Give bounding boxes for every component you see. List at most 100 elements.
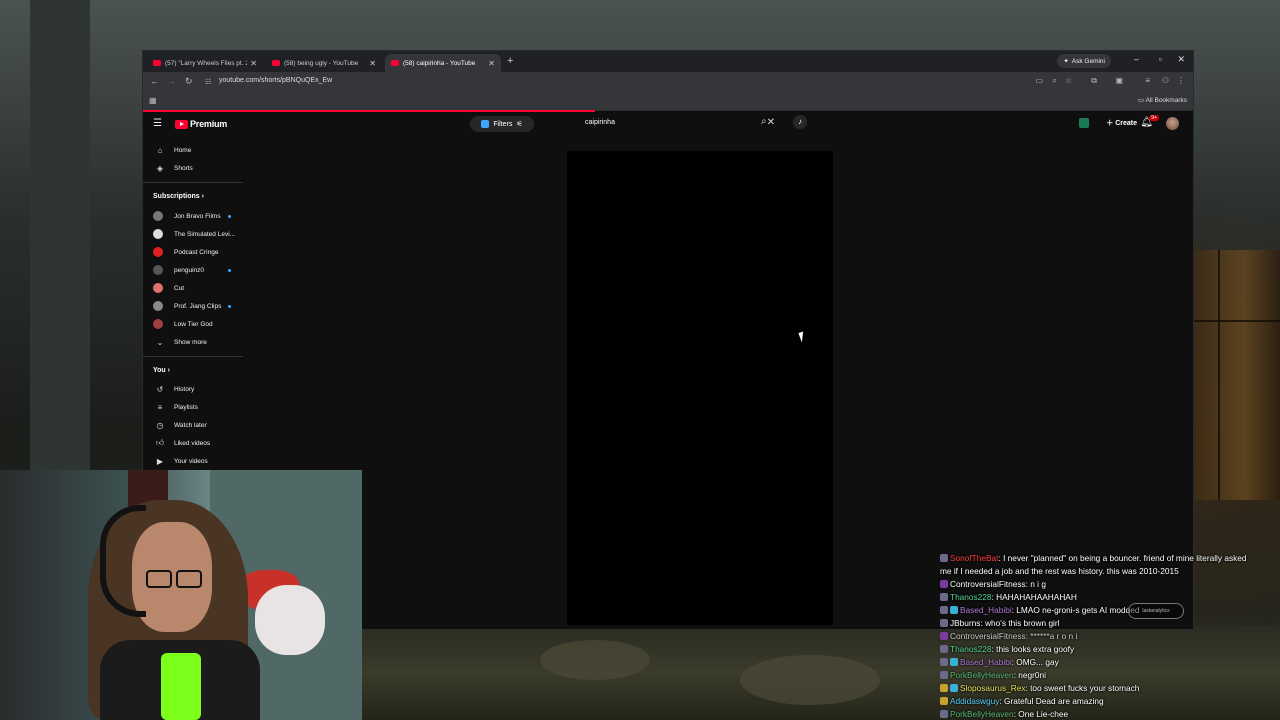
chat-badge-icon — [940, 671, 948, 679]
browser-tab[interactable]: (57) "Larry Wheels Files pt. 2" H ✕ — [147, 54, 263, 72]
chat-username[interactable]: ControversialFitness — [950, 631, 1026, 641]
new-tab-button[interactable]: + — [507, 55, 513, 67]
close-icon[interactable]: ✕ — [488, 59, 495, 68]
all-bookmarks-button[interactable]: ▭ All Bookmarks — [1138, 96, 1187, 104]
sidebar-item-label: Low Tier God — [174, 320, 213, 328]
maximize-icon[interactable]: ▫ — [1159, 54, 1162, 64]
sidebar-item-label: Shorts — [174, 164, 193, 172]
channel-avatar — [153, 265, 163, 275]
sidepanel-icon[interactable]: ▣ — [1115, 76, 1123, 85]
extensions-icon[interactable]: ⧉ — [1091, 76, 1097, 86]
browser-tab[interactable]: (58) being ugly - YouTube ✕ — [266, 54, 382, 72]
chat-badge-icon — [940, 632, 948, 640]
profile-icon[interactable]: ⚇ — [1162, 76, 1169, 85]
microphone-icon[interactable]: ♪ — [793, 115, 807, 129]
youtube-favicon-icon — [153, 60, 161, 66]
avatar[interactable] — [1166, 117, 1179, 130]
chevron-right-icon: › — [201, 193, 204, 200]
sidebar-item-your-videos[interactable]: ▶ Your videos — [143, 453, 243, 469]
chat-username[interactable]: JBburns — [950, 618, 980, 628]
new-content-dot — [228, 214, 231, 218]
sidebar-item-watch-later[interactable]: ◷ Watch later — [143, 417, 243, 433]
your-videos-icon: ▶ — [156, 456, 164, 466]
you-header[interactable]: You › — [153, 367, 170, 374]
chat-badge-icon — [940, 658, 948, 666]
channel-avatar — [153, 283, 163, 293]
chat-username[interactable]: Thanos228 — [950, 592, 992, 602]
window-close-icon[interactable]: ✕ — [1177, 54, 1185, 65]
playlists-icon: ≡ — [157, 402, 163, 412]
ask-gemini-button[interactable]: ✦ Ask Gemini — [1057, 54, 1111, 68]
sidebar-item-subscription[interactable]: Cut — [143, 280, 243, 296]
extension-icon[interactable] — [1079, 118, 1089, 128]
forward-icon[interactable]: → — [167, 76, 176, 86]
chat-username[interactable]: PorkBellyHeaven — [950, 709, 1014, 719]
headphones-icon — [100, 505, 146, 617]
new-content-dot — [228, 304, 231, 308]
chat-badge-icon — [950, 606, 958, 614]
sidebar-item-subscription[interactable]: Podcast Cringe — [143, 244, 243, 260]
chat-username[interactable]: Sloposaurus_Rex — [960, 683, 1026, 693]
show-more-button[interactable]: ⌄ Show more — [143, 334, 243, 350]
channel-avatar — [153, 247, 163, 257]
chevron-right-icon: › — [167, 367, 170, 374]
chat-badge-icon — [940, 697, 948, 705]
reload-icon[interactable]: ↻ — [185, 76, 193, 87]
shorts-video-player[interactable] — [567, 151, 833, 625]
back-icon[interactable]: ← — [150, 76, 159, 86]
chat-username[interactable]: Based_Habibi — [960, 657, 1012, 667]
window-frame — [1218, 250, 1220, 500]
chat-username[interactable]: PorkBellyHeaven — [950, 670, 1014, 680]
new-content-dot — [228, 268, 231, 272]
create-button[interactable]: ＋ Create — [1106, 118, 1137, 128]
sidebar-item-subscription[interactable]: Prof. Jiang Clips — [143, 298, 243, 314]
chat-username[interactable]: Addidaswguy — [950, 696, 999, 706]
hamburger-menu-icon[interactable]: ☰ — [153, 118, 162, 129]
cast-icon[interactable]: ▭ — [1035, 76, 1043, 85]
menu-kebab-icon[interactable]: ⋮ — [1177, 76, 1185, 85]
clear-search-icon[interactable]: ✕ — [767, 117, 775, 128]
chat-text: HAHAHAHAAHAHAH — [996, 592, 1077, 602]
chat-message: PorkBellyHeaven: negr0ni — [940, 670, 1046, 680]
chat-username[interactable]: SonofTheBat — [950, 553, 998, 563]
subscriptions-header[interactable]: Subscriptions › — [153, 193, 204, 200]
sidebar-item-liked-videos[interactable]: 👍︎ Liked videos — [143, 435, 243, 451]
sidebar-item-subscription[interactable]: Low Tier God — [143, 316, 243, 332]
youtube-premium-logo[interactable]: Premium — [175, 119, 227, 129]
all-bookmarks-label: All Bookmarks — [1145, 97, 1187, 104]
url-field[interactable]: youtube.com/shorts/pBNQuQEx_Ew — [219, 77, 332, 84]
sidebar-item-subscription[interactable]: The Simulated Levi... — [143, 226, 243, 242]
chat-username[interactable]: Based_Habibi — [960, 605, 1012, 615]
sidebar-item-label: Playlists — [174, 403, 198, 411]
bookmark-star-icon[interactable]: ☆ — [1065, 76, 1072, 85]
webcam-overlay — [0, 470, 362, 720]
chat-username[interactable]: ControversialFitness — [950, 579, 1026, 589]
sidebar-item-history[interactable]: ↺ History — [143, 381, 243, 397]
sidebar-item-label: Jon Bravo Films — [174, 212, 221, 220]
sidebar-item-shorts[interactable]: ◈ Shorts — [143, 160, 243, 176]
analytics-pill[interactable]: lastanalytics — [1128, 603, 1184, 619]
zoom-icon[interactable]: ⌕ — [1053, 76, 1057, 86]
sidebar-item-subscription[interactable]: Jon Bravo Films — [143, 208, 243, 224]
browser-tab-active[interactable]: (58) caipirinha - YouTube ✕ — [385, 54, 501, 72]
sidebar-item-playlists[interactable]: ≡ Playlists — [143, 399, 243, 415]
site-info-icon[interactable]: ☷ — [205, 78, 211, 86]
chat-message: Thanos228: HAHAHAHAAHAHAH — [940, 592, 1077, 602]
sidebar-item-label: Liked videos — [174, 439, 211, 447]
sidebar-divider — [143, 356, 243, 357]
apps-grid-icon[interactable]: ▦ — [149, 96, 157, 105]
chat-text: n i g — [1030, 579, 1046, 589]
filters-button[interactable]: Filters ⚟ — [470, 116, 534, 132]
sidebar-item-label: Show more — [174, 338, 207, 346]
sidebar-item-home[interactable]: ⌂ Home — [143, 142, 243, 158]
sidebar-item-subscription[interactable]: penguinz0 — [143, 262, 243, 278]
minimize-icon[interactable]: – — [1134, 54, 1139, 64]
close-icon[interactable]: ✕ — [250, 59, 257, 68]
tab-search-icon[interactable]: ≡ — [1145, 76, 1150, 85]
search-icon[interactable]: ⌕ — [761, 116, 767, 127]
search-input[interactable]: caipirinha ✕ — [581, 117, 781, 131]
chat-text: One Lie-chee — [1018, 709, 1069, 719]
youtube-header: ☰ Premium Filters ⚟ caipirinha ✕ ⌕ ♪ ＋ C… — [143, 112, 1193, 138]
close-icon[interactable]: ✕ — [369, 59, 376, 68]
chat-username[interactable]: Thanos228 — [950, 644, 992, 654]
